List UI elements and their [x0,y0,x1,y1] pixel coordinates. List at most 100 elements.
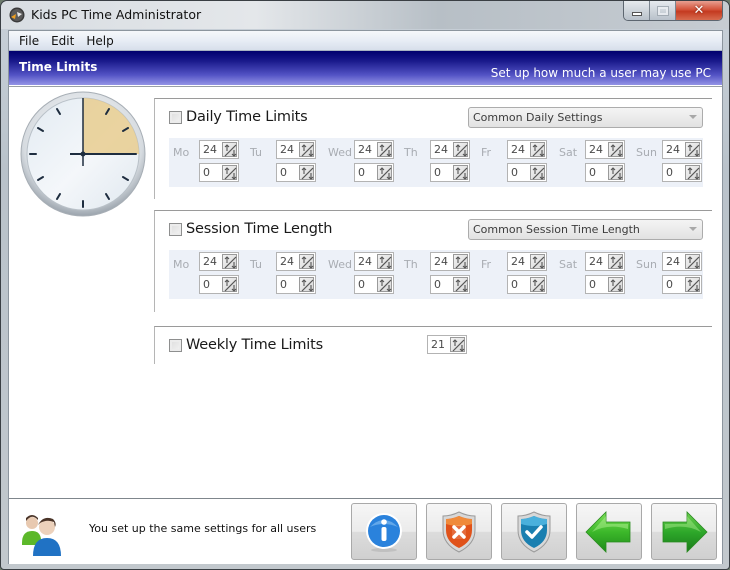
minutes-value: 0 [589,278,596,291]
menu-help[interactable]: Help [80,34,119,48]
hours-value: 24 [589,143,603,156]
daily-limits-toggle[interactable]: Daily Time Limits [169,109,308,125]
spin-arrows-icon[interactable] [299,277,314,292]
session-minutes-spinner[interactable]: 0 [354,275,394,294]
daily-hours-spinner[interactable]: 24 [354,140,394,159]
menu-edit[interactable]: Edit [45,34,80,48]
daily-limits-checkbox[interactable] [169,110,182,124]
close-icon: ✕ [693,3,705,18]
spin-arrows-icon[interactable] [685,277,700,292]
spin-arrows-icon[interactable] [530,254,545,269]
weekly-limits-toggle[interactable]: Weekly Time Limits [169,337,323,353]
spin-arrows-icon[interactable] [608,142,623,157]
session-preset-dropdown[interactable]: Common Session Time Length [468,219,703,240]
minimize-button[interactable] [624,1,650,20]
session-hours-spinner[interactable]: 24 [276,252,316,271]
chevron-down-icon [689,115,697,119]
app-window: Kids PC Time Administrator ✕ File Edit H… [0,0,730,570]
shield-check-icon [517,510,551,553]
session-minutes-spinner[interactable]: 0 [430,275,470,294]
spin-arrows-icon[interactable] [453,142,468,157]
spin-arrows-icon[interactable] [222,165,237,180]
session-length-checkbox[interactable] [169,222,182,236]
window-title: Kids PC Time Administrator [31,7,202,22]
session-minutes-spinner[interactable]: 0 [276,275,316,294]
spin-arrows-icon[interactable] [377,254,392,269]
daily-hours-spinner[interactable]: 24 [585,140,625,159]
daily-hours-spinner[interactable]: 24 [199,140,239,159]
daily-minutes-spinner[interactable]: 0 [276,163,316,182]
minutes-value: 0 [434,278,441,291]
spin-arrows-icon[interactable] [530,142,545,157]
back-button[interactable] [576,503,642,560]
spin-arrows-icon[interactable] [222,254,237,269]
spin-arrows-icon[interactable] [530,277,545,292]
session-hours-spinner[interactable]: 24 [354,252,394,271]
spin-arrows-icon[interactable] [608,254,623,269]
accept-button[interactable] [501,503,567,560]
day-label: Fr [481,258,492,271]
spin-arrows-icon[interactable] [377,277,392,292]
spin-arrows-icon[interactable] [377,142,392,157]
spin-arrows-icon[interactable] [685,142,700,157]
hours-value: 24 [434,255,448,268]
session-hours-spinner[interactable]: 24 [507,252,547,271]
footer-bar: You set up the same settings for all use… [9,500,722,564]
spin-arrows-icon[interactable] [299,254,314,269]
session-minutes-spinner[interactable]: 0 [585,275,625,294]
session-hours-spinner[interactable]: 24 [199,252,239,271]
spin-arrows-icon[interactable] [685,165,700,180]
spin-arrows-icon[interactable] [608,165,623,180]
daily-minutes-spinner[interactable]: 0 [430,163,470,182]
next-button[interactable] [651,503,717,560]
info-button[interactable] [351,503,417,560]
spin-arrows-icon[interactable] [685,254,700,269]
daily-preset-dropdown[interactable]: Common Daily Settings [468,107,703,128]
spin-arrows-icon[interactable] [299,142,314,157]
spin-arrows-icon[interactable] [608,277,623,292]
day-label: Wed [328,146,352,159]
daily-preset-value: Common Daily Settings [473,111,603,124]
weekly-hours-spinner[interactable]: 21 [427,335,467,354]
spin-arrows-icon[interactable] [222,142,237,157]
reject-button[interactable] [426,503,492,560]
session-minutes-spinner[interactable]: 0 [662,275,702,294]
spin-arrows-icon[interactable] [453,277,468,292]
session-minutes-spinner[interactable]: 0 [199,275,239,294]
daily-hours-spinner[interactable]: 24 [662,140,702,159]
session-hours-spinner[interactable]: 24 [430,252,470,271]
hours-value: 24 [358,255,372,268]
menu-file[interactable]: File [13,34,45,48]
spin-arrows-icon[interactable] [530,165,545,180]
daily-hours-spinner[interactable]: 24 [430,140,470,159]
session-minutes-spinner[interactable]: 0 [507,275,547,294]
day-label: Sun [636,146,657,159]
spin-arrows-icon[interactable] [450,337,465,352]
hours-value: 24 [280,255,294,268]
maximize-icon [657,6,668,15]
weekly-limits-checkbox[interactable] [169,338,182,352]
spin-arrows-icon[interactable] [222,277,237,292]
spin-arrows-icon[interactable] [377,165,392,180]
spin-arrows-icon[interactable] [453,254,468,269]
daily-minutes-spinner[interactable]: 0 [585,163,625,182]
session-hours-spinner[interactable]: 24 [662,252,702,271]
session-length-toggle[interactable]: Session Time Length [169,221,332,237]
shield-x-icon [442,510,476,553]
title-bar[interactable]: Kids PC Time Administrator ✕ [1,1,729,29]
session-hours-spinner[interactable]: 24 [585,252,625,271]
daily-minutes-spinner[interactable]: 0 [354,163,394,182]
day-label: Tu [250,146,263,159]
minutes-value: 0 [358,166,365,179]
daily-minutes-spinner[interactable]: 0 [199,163,239,182]
daily-minutes-spinner[interactable]: 0 [662,163,702,182]
daily-hours-spinner[interactable]: 24 [276,140,316,159]
hours-value: 24 [203,143,217,156]
daily-hours-spinner[interactable]: 24 [507,140,547,159]
spin-arrows-icon[interactable] [299,165,314,180]
spin-arrows-icon[interactable] [453,165,468,180]
daily-minutes-spinner[interactable]: 0 [507,163,547,182]
close-button[interactable]: ✕ [676,1,722,20]
day-label: Sat [559,258,578,271]
maximize-button[interactable] [650,1,676,20]
